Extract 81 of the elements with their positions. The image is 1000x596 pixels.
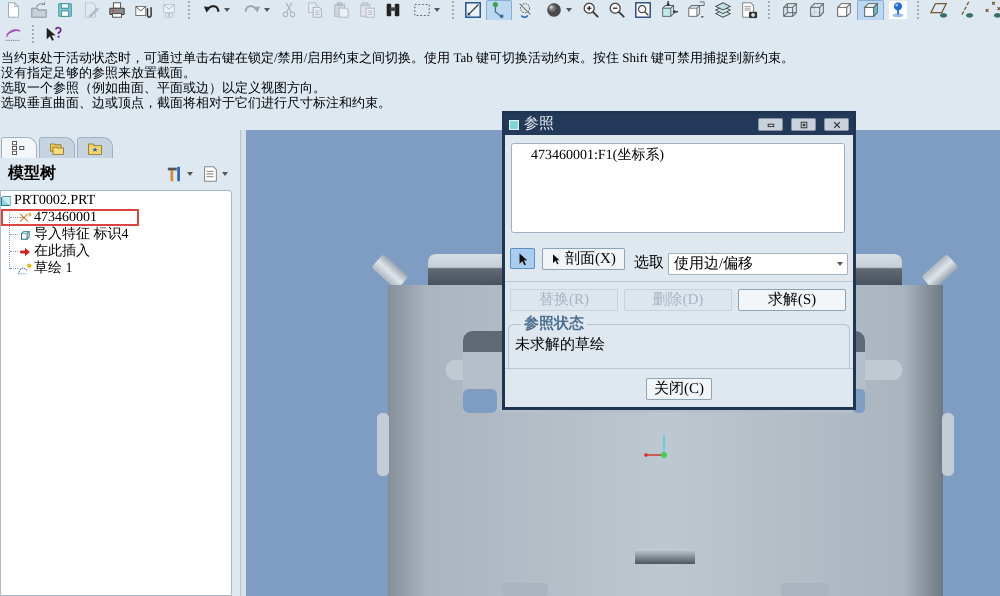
pointer-question-icon [44,25,62,43]
zoom-in-icon [582,1,600,19]
tree-label: 草绘 1 [34,262,72,275]
status-message: 选取一个参照（例如曲面、平面或边）以定义视图方向。 [0,80,326,95]
document-camera-icon [740,1,758,19]
open-folder-icon [30,1,48,19]
shaded-cube-icon [862,1,880,19]
hole [463,389,497,413]
select-label: 选取 [634,254,664,272]
printer-icon [108,1,126,19]
caret-icon [264,8,270,12]
block-icon [1,196,11,206]
panel-title: 模型树 [8,164,56,184]
zoom-out-icon [608,1,626,19]
maximize-button[interactable] [791,118,816,131]
caret-icon [566,8,572,12]
maximize-icon [798,120,808,128]
caret-icon [187,172,193,176]
list-icon [201,165,219,183]
caret-icon [224,8,230,12]
minimize-button[interactable] [758,118,783,131]
envelope-link-icon [160,1,178,19]
close-dialog-button[interactable]: 关闭(C) [646,378,712,400]
tree-item[interactable]: 473460001 [1,209,139,226]
pick-toggle-button[interactable] [510,248,535,269]
save-icon [56,1,74,19]
scissors-icon [280,1,298,19]
minimize-icon [766,120,776,128]
tree-label: 在此插入 [34,245,90,258]
points-eye-icon [984,1,1000,19]
reference-list[interactable]: 473460001:F1(坐标系) [511,143,845,233]
slot [635,549,695,564]
toolbar-button[interactable] [857,0,884,20]
arc-star-icon [18,262,32,276]
tree-label: 473460001 [34,211,97,224]
navigator-tab[interactable] [1,137,37,158]
clipboard-list-icon [358,1,376,19]
tree-item[interactable]: 草绘 1 [1,260,78,277]
dashed-rectangle-icon [412,1,430,19]
status-message: 没有指定足够的参照来放置截面。 [0,65,196,80]
pointer-icon [550,252,562,266]
tree-item[interactable]: 导入特征 标识4 [1,226,134,243]
axes-icon [644,435,667,458]
status-text: 未求解的草绘 [515,337,605,353]
action-button[interactable]: 求解(S) [738,289,846,311]
caret-icon [222,172,228,176]
caret-icon [434,8,440,12]
side-tab [942,413,954,476]
list-menu-button[interactable] [201,164,228,184]
dialog-title: 参照 [524,114,554,134]
side-tab [377,413,389,476]
pin-icon [888,1,906,19]
pencil-document-icon [82,1,100,19]
hidden-line-cube-icon [808,1,826,19]
crossed-axes-icon [18,210,32,224]
paste-icon [332,1,350,19]
list-item[interactable]: 473460001:F1(坐标系) [512,147,664,165]
status-message: 当约束处于活动状态时，可通过单击右键在锁定/禁用/启用约束之间切换。使用 Tab 键可切换活动约束。按住 Shift 键可禁用捕捉到新约束。 [0,50,794,65]
cube-outline-icon [687,1,705,19]
sphere-icon [544,1,562,19]
outline-cube-icon [834,1,852,19]
tree-item[interactable]: 在此插入 [1,243,96,260]
tree-item[interactable]: PRT0002.PRT [1,192,100,209]
window-icon [509,120,519,130]
group-title: 参照状态 [521,315,587,333]
status-message: 选取垂直曲面、边或顶点，截面将相对于它们进行尺寸标注和约束。 [0,95,391,110]
wireframe-cube-icon [780,1,798,19]
copy-icon [306,1,324,19]
plane-eye-icon [930,1,948,19]
section-button[interactable]: 剖面(X) [542,248,625,270]
close-icon [832,120,842,128]
close-button[interactable] [824,118,849,131]
select-dropdown[interactable]: 使用边/偏移 [668,253,848,275]
tree-label: PRT0002.PRT [14,192,96,209]
tools-menu-button[interactable] [166,164,193,184]
cube-arrow-icon [660,1,678,19]
tree-structure-icon [11,140,27,156]
caret-icon [837,262,843,266]
frame-magnifier-icon [634,1,652,19]
binoculars-icon [384,1,402,19]
tree-label: 导入特征 标识4 [34,228,128,241]
